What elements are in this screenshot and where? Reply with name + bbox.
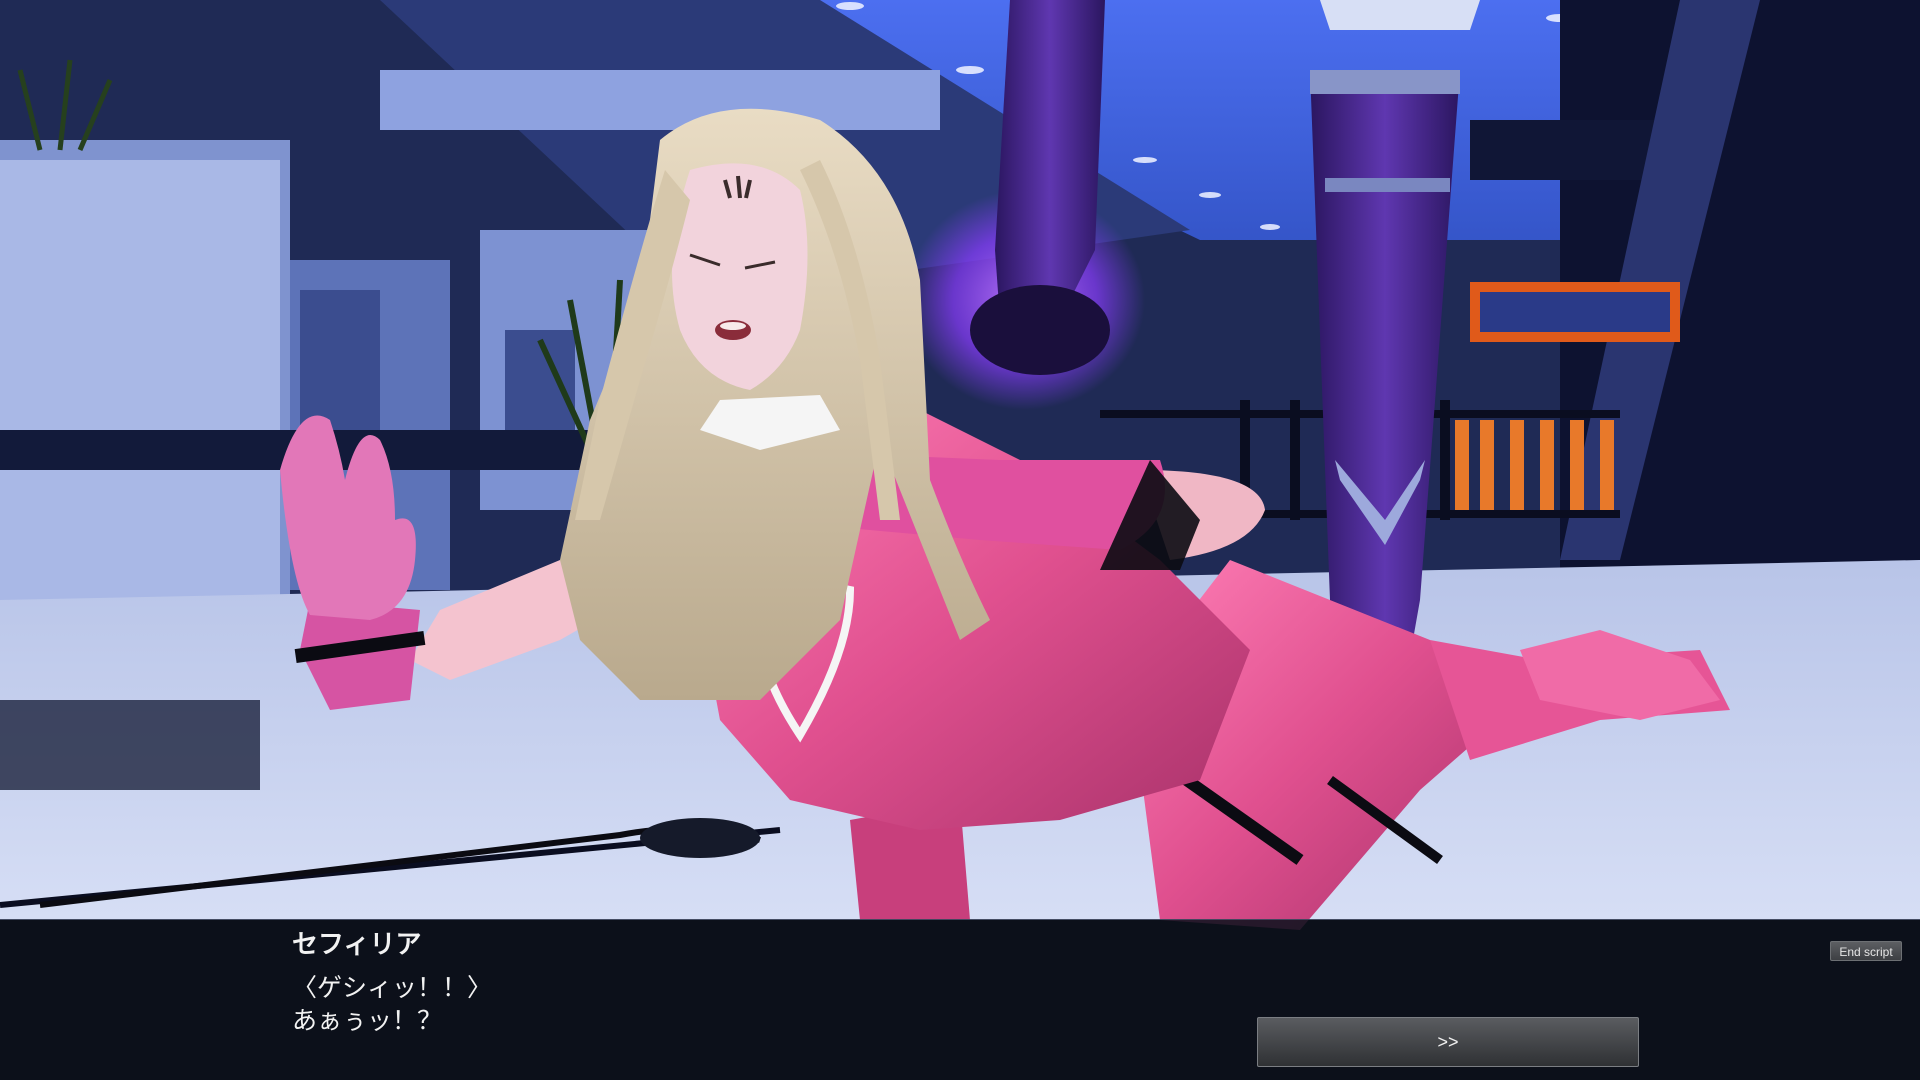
next-button[interactable]: >> — [1257, 1017, 1639, 1067]
game-scene — [0, 0, 1920, 930]
end-script-button[interactable]: End script — [1830, 941, 1902, 961]
game-screen: セフィリア 〈ゲシィッ！！〉 あぁぅッ！？ End script >> — [0, 0, 1920, 1080]
speaker-name: セフィリア — [292, 930, 422, 960]
dialogue-line: あぁぅッ！？ — [292, 1006, 443, 1035]
dialogue-line: 〈ゲシィッ！！〉 — [292, 973, 493, 1002]
